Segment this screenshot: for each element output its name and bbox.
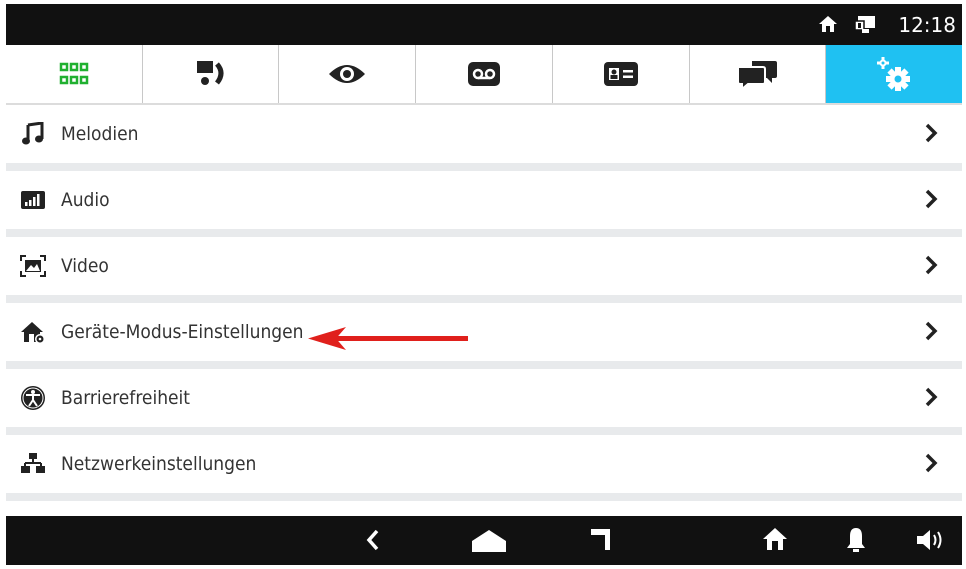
chevron-right-icon <box>925 189 938 209</box>
chat-bubbles-icon <box>737 61 778 90</box>
list-item-network-settings[interactable]: Netzwerkeinstellungen <box>6 435 962 493</box>
home-icon[interactable] <box>762 527 788 551</box>
bell-icon[interactable] <box>846 526 866 554</box>
navigation-bar <box>6 516 962 565</box>
tab-settings[interactable] <box>826 45 962 103</box>
eye-icon <box>329 65 366 83</box>
settings-list: Melodien Audio Video Geräte-Modus-Einste… <box>6 105 962 516</box>
video-frame-icon <box>16 249 50 283</box>
contact-card-icon <box>603 62 638 86</box>
apps-grid-icon <box>59 62 89 85</box>
tab-intercom[interactable] <box>143 45 280 103</box>
chevron-right-icon <box>925 123 938 143</box>
recents-icon[interactable] <box>590 527 612 551</box>
home-icon <box>818 15 838 37</box>
list-item-accessibility[interactable]: Barrierefreiheit <box>6 369 962 427</box>
audio-level-icon <box>16 183 50 217</box>
chevron-right-icon <box>925 453 938 473</box>
volume-icon[interactable] <box>916 529 950 551</box>
tab-apps[interactable] <box>6 45 143 103</box>
accessibility-icon <box>16 381 50 415</box>
network-icon <box>16 447 50 481</box>
voicemail-icon <box>468 62 501 86</box>
intercom-call-icon <box>196 61 224 85</box>
clock: 12:18 <box>898 13 956 37</box>
home-nav-icon[interactable] <box>470 528 508 554</box>
tab-voicemail[interactable] <box>416 45 553 103</box>
back-icon[interactable] <box>366 529 380 551</box>
list-item-partial[interactable] <box>6 501 962 516</box>
list-item-label: Audio <box>61 189 110 211</box>
list-item-audio[interactable]: Audio <box>6 171 962 229</box>
tab-surveillance[interactable] <box>279 45 417 103</box>
status-bar: 12:18 <box>6 4 962 45</box>
list-item-label: Netzwerkeinstellungen <box>61 453 257 475</box>
main-tab-bar <box>6 45 962 105</box>
chevron-right-icon <box>925 321 938 341</box>
list-item-label: Barrierefreiheit <box>61 387 191 409</box>
chevron-right-icon <box>925 387 938 407</box>
list-item-label: Geräte-Modus-Einstellungen <box>61 321 304 343</box>
list-item-device-mode-settings[interactable]: Geräte-Modus-Einstellungen <box>6 303 962 361</box>
tab-contacts[interactable] <box>553 45 690 103</box>
intercom-device-icon <box>854 15 876 39</box>
settings-gear-icon <box>877 57 911 91</box>
music-note-icon <box>16 117 50 151</box>
list-item-video[interactable]: Video <box>6 237 962 295</box>
red-arrow-left-icon <box>308 327 468 350</box>
chevron-right-icon <box>925 255 938 275</box>
screen: 12:18 Melodien Audio Video Geräte-Modus-… <box>6 4 962 565</box>
list-item-label: Video <box>61 255 109 277</box>
list-item-melodien[interactable]: Melodien <box>6 105 962 163</box>
home-settings-icon <box>16 315 50 349</box>
tab-messages[interactable] <box>690 45 827 103</box>
list-item-label: Melodien <box>61 123 139 145</box>
